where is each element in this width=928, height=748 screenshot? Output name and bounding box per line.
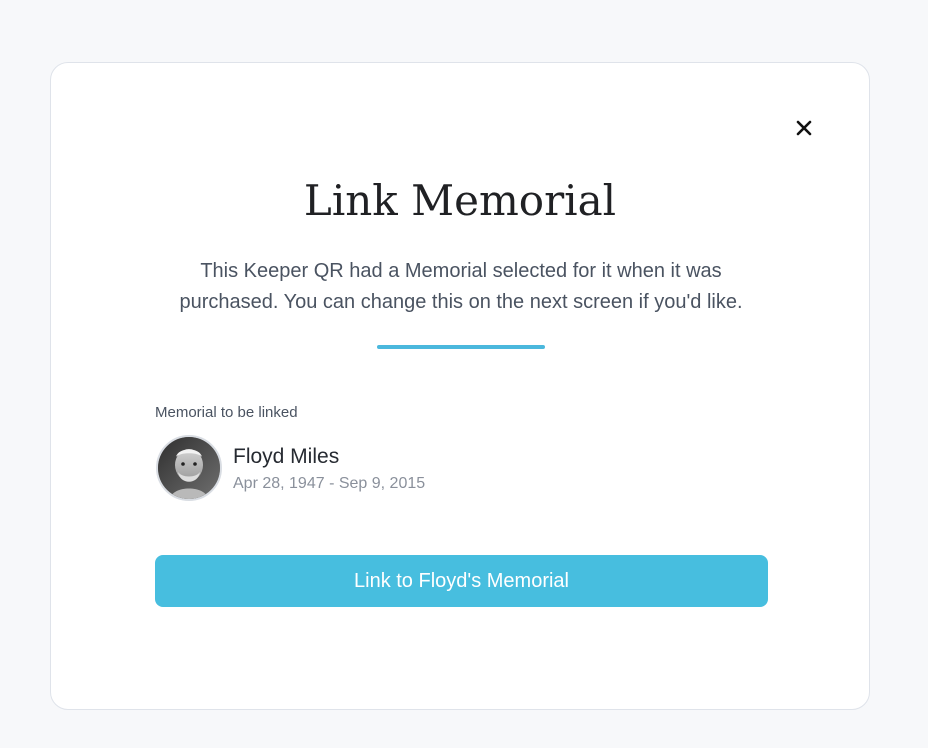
memorial-person-name: Floyd Miles [233, 445, 340, 468]
modal-title: Link Memorial [303, 176, 617, 225]
link-memorial-button[interactable]: Link to Floyd's Memorial [155, 555, 768, 607]
link-memorial-modal: Link Memorial This Keeper QR had a Memor… [50, 62, 870, 710]
modal-description: This Keeper QR had a Memorial selected f… [179, 260, 743, 313]
memorial-avatar [156, 435, 222, 501]
close-icon [791, 115, 817, 141]
accent-divider [377, 345, 545, 349]
memorial-person-dates: Apr 28, 1947 - Sep 9, 2015 [233, 475, 426, 492]
memorial-section-label: Memorial to be linked [155, 404, 298, 421]
close-button[interactable] [791, 115, 817, 141]
